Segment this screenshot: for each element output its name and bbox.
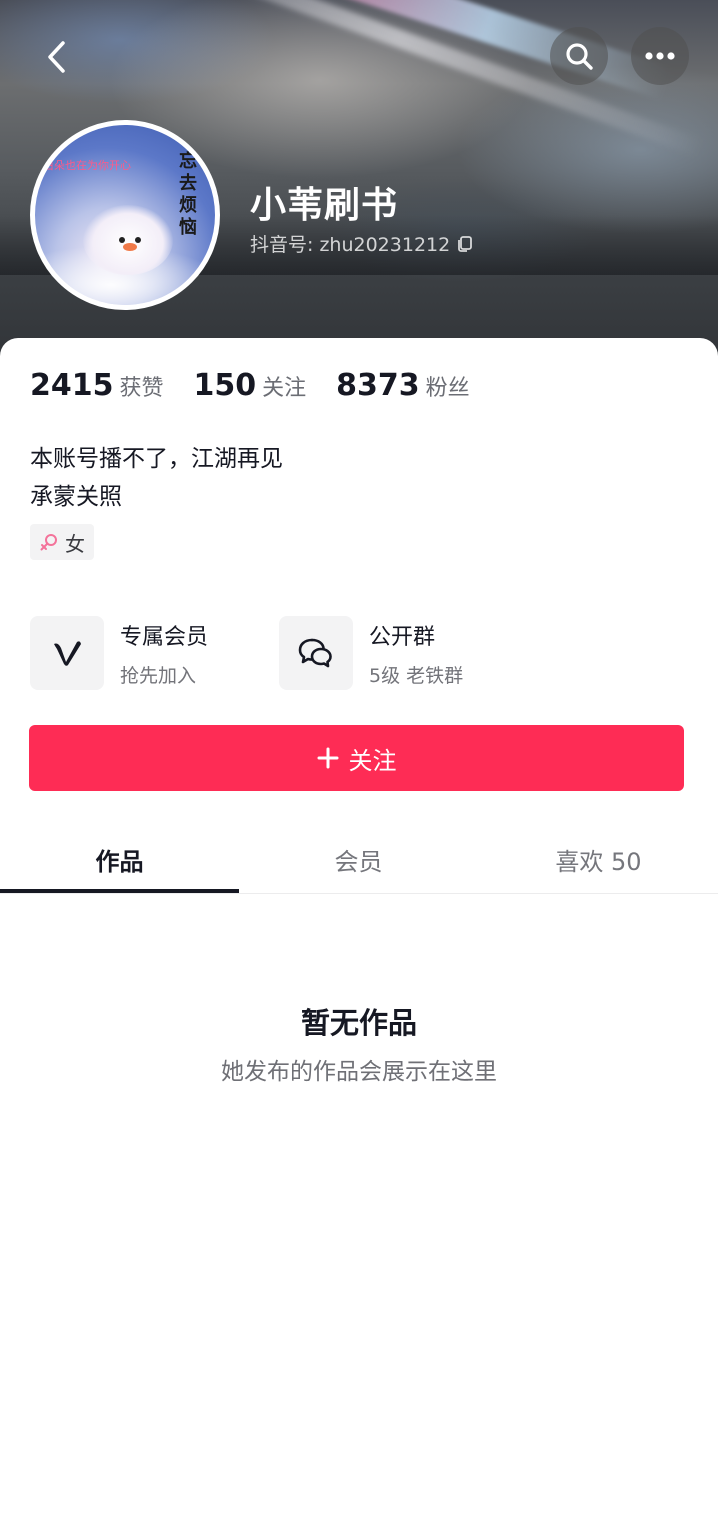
stat-followers-label: 粉丝 xyxy=(425,376,470,401)
profile-nickname: 小苇刷书 xyxy=(250,185,399,226)
feature-title: 专属会员 xyxy=(120,624,209,650)
follow-button[interactable]: 关注 xyxy=(29,725,684,791)
stat-likes[interactable]: 2415 获赞 xyxy=(30,368,164,403)
feature-text: 公开群 5级 老铁群 xyxy=(369,619,463,688)
feature-public-group[interactable]: 公开群 5级 老铁群 xyxy=(279,616,463,690)
feature-icon-box xyxy=(30,616,104,690)
vip-v-icon xyxy=(54,641,81,666)
feature-subtitle: 5级 老铁群 xyxy=(369,664,464,687)
stats-row: 2415 获赞 150 关注 8373 粉丝 xyxy=(30,368,470,403)
avatar[interactable]: 白朵也在为你开心 忘去烦恼 xyxy=(30,120,220,310)
copy-icon[interactable] xyxy=(456,235,474,253)
stat-likes-label: 获赞 xyxy=(119,376,164,401)
stat-following-value: 150 xyxy=(193,368,257,403)
avatar-caption-vertical: 忘去烦恼 xyxy=(179,151,197,238)
feature-subtitle: 抢先加入 xyxy=(120,664,197,687)
tab-membership[interactable]: 会员 xyxy=(239,824,478,894)
bio-line-1: 本账号播不了，江湖再见 xyxy=(30,446,283,472)
more-dots-icon xyxy=(645,52,675,60)
feature-title: 公开群 xyxy=(369,624,436,650)
feature-text: 专属会员 抢先加入 xyxy=(120,619,208,688)
empty-state-subtitle: 她发布的作品会展示在这里 xyxy=(221,1059,497,1085)
more-options-button[interactable] xyxy=(631,27,689,85)
avatar-cloud-character xyxy=(83,205,173,275)
stat-followers[interactable]: 8373 粉丝 xyxy=(336,368,470,403)
stat-following[interactable]: 150 关注 xyxy=(194,368,307,403)
account-id-text: 抖音号: zhu20231212 xyxy=(250,234,451,256)
gender-label: 女 xyxy=(65,531,85,556)
avatar-caption-text: 白朵也在为你开心 xyxy=(43,159,131,172)
bio-line-2: 承蒙关照 xyxy=(30,484,122,510)
tab-works[interactable]: 作品 xyxy=(0,824,239,894)
active-tab-indicator xyxy=(0,889,239,893)
profile-bio: 本账号播不了，江湖再见 承蒙关照 xyxy=(30,440,283,516)
plus-icon xyxy=(317,747,338,769)
group-chat-icon xyxy=(298,638,332,668)
empty-state-title: 暂无作品 xyxy=(300,1006,417,1040)
feature-icon-box xyxy=(279,616,353,690)
avatar-eye-right xyxy=(135,237,141,243)
avatar-eye-left xyxy=(119,237,125,243)
account-id-row[interactable]: 抖音号: zhu20231212 xyxy=(250,230,474,257)
back-button[interactable] xyxy=(30,30,84,84)
feature-exclusive-membership[interactable]: 专属会员 抢先加入 xyxy=(30,616,208,690)
profile-tabs: 作品 会员 喜欢 50 xyxy=(0,824,718,894)
female-icon xyxy=(40,534,57,551)
profile-panel: 2415 获赞 150 关注 8373 粉丝 本账号播不了，江湖再见 承蒙关照 … xyxy=(0,338,718,1536)
chevron-left-icon xyxy=(48,41,65,73)
search-icon xyxy=(566,43,593,70)
stat-following-label: 关注 xyxy=(262,376,307,401)
avatar-beak xyxy=(123,243,137,251)
tab-likes[interactable]: 喜欢 50 xyxy=(479,824,718,894)
stat-followers-value: 8373 xyxy=(336,368,420,403)
gender-tag: 女 xyxy=(30,524,94,560)
stat-likes-value: 2415 xyxy=(30,368,114,403)
search-button[interactable] xyxy=(550,27,608,85)
follow-button-label: 关注 xyxy=(348,746,397,775)
